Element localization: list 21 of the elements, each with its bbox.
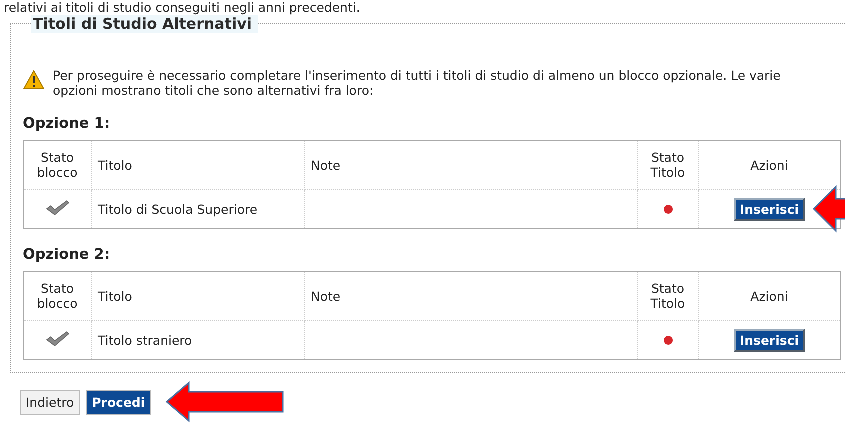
insert-button[interactable]: Inserisci: [734, 198, 806, 220]
column-header: Stato Titolo: [638, 272, 698, 320]
table-cell: Titolo straniero: [92, 320, 304, 360]
column-header: Titolo: [92, 140, 304, 190]
column-header: Stato blocco: [24, 140, 92, 190]
column-header: Titolo: [92, 272, 304, 320]
warning-message: Per proseguire è necessario completare l'inserimento di tutti i titoli di studio di almeno un blocco opzionale. Le varie opzioni mostrano titoli che sono alternativi fra loro:: [53, 68, 782, 98]
intro-text: relativi ai titoli di studio conseguiti negli anni precedenti.: [3, 0, 362, 15]
insert-button[interactable]: Inserisci: [734, 328, 806, 352]
nav-button[interactable]: Indietro: [20, 390, 80, 414]
table-cell: Titolo di Scuola Superiore: [92, 190, 304, 228]
column-header: Stato blocco: [24, 272, 92, 320]
column-header: Note: [304, 140, 638, 190]
option-heading: Opzione 1:: [23, 116, 112, 132]
section-legend: Titoli di Studio Alternativi: [31, 15, 258, 33]
column-header: Note: [304, 272, 638, 320]
option-heading: Opzione 2:: [23, 247, 112, 263]
warning-icon: [23, 70, 45, 90]
column-header: Azioni: [698, 272, 840, 320]
nav-button[interactable]: Procedi: [86, 390, 152, 414]
column-header: Stato Titolo: [638, 140, 698, 190]
